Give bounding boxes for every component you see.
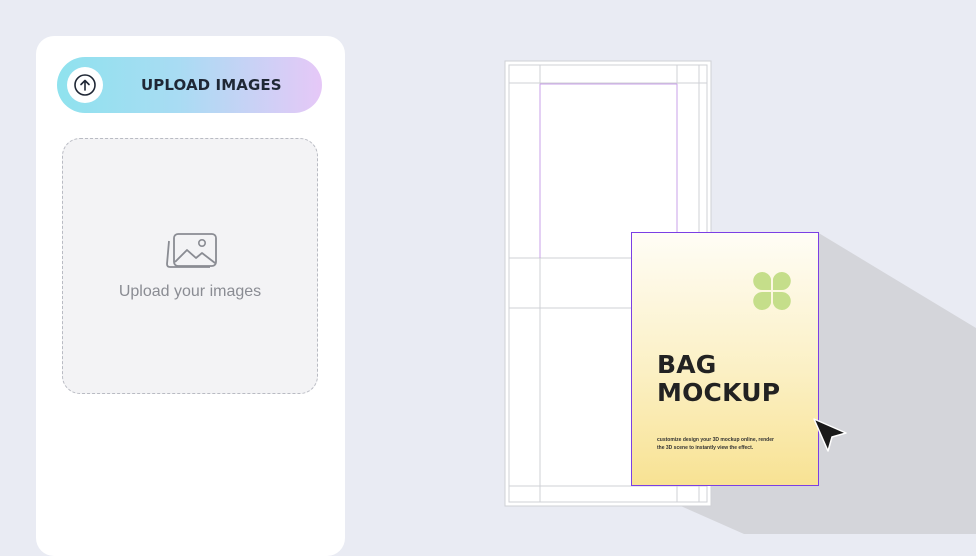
four-leaf-logo-icon — [753, 272, 791, 310]
card-title: BAG MOCKUP — [657, 351, 780, 407]
card-title-line1: BAG — [657, 350, 717, 379]
card-title-line2: MOCKUP — [657, 378, 781, 407]
card-description: customize design your 3D mockup online, … — [657, 437, 774, 451]
selected-design-card[interactable]: BAG MOCKUP customize design your 3D mock… — [631, 232, 819, 486]
pointer-arrow-icon — [813, 418, 847, 452]
